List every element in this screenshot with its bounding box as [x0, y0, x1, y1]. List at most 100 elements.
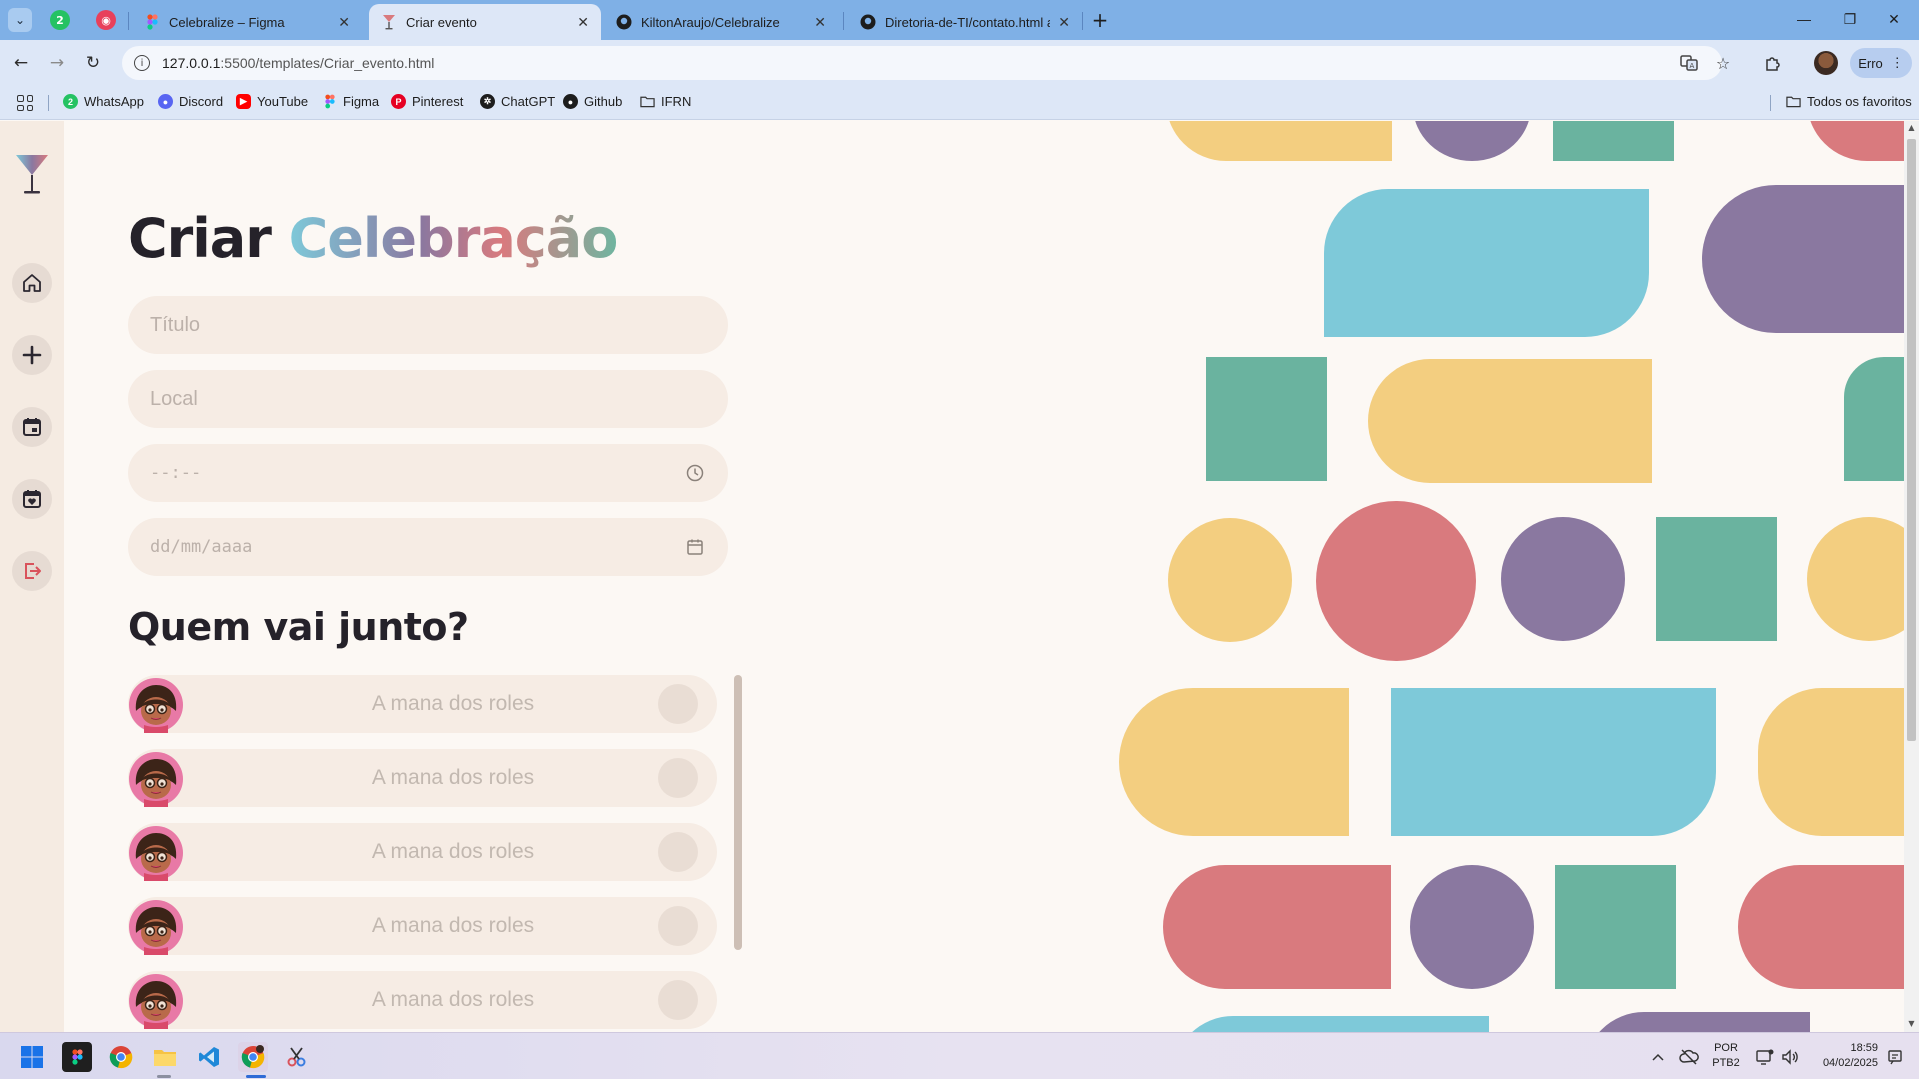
time-input[interactable]: --:--	[150, 463, 684, 483]
celebralize-logo[interactable]	[12, 153, 52, 194]
bookmark-github[interactable]: ● Github	[563, 94, 622, 109]
deco-shape	[1163, 865, 1391, 989]
deco-shape	[1368, 359, 1652, 483]
companion-select-toggle[interactable]	[658, 832, 698, 872]
companion-select-toggle[interactable]	[658, 758, 698, 798]
tab-search-chevron-icon[interactable]: ⌄	[8, 8, 32, 32]
apps-grid-icon[interactable]	[17, 95, 33, 111]
onedrive-offline-icon[interactable]	[1676, 1033, 1702, 1079]
windows-taskbar: POR PTB2 18:59 04/02/2025	[0, 1032, 1919, 1079]
calendar-heart-icon[interactable]	[12, 479, 52, 519]
back-arrow-icon[interactable]: ←	[8, 50, 34, 76]
companions-scrollbar[interactable]	[734, 675, 742, 950]
windows-start-icon[interactable]	[17, 1042, 47, 1072]
tab-label: KiltonAraujo/Celebralize	[641, 14, 780, 30]
chatgpt-icon: ✲	[480, 94, 495, 109]
close-tab-icon[interactable]: ✕	[1058, 14, 1070, 31]
language-code: POR	[1714, 1042, 1738, 1054]
companion-row[interactable]: A mana dos roles	[128, 823, 717, 881]
page-scrollbar-thumb[interactable]	[1907, 139, 1916, 741]
close-tab-icon[interactable]: ✕	[338, 14, 350, 31]
forward-arrow-icon[interactable]: →	[44, 50, 70, 76]
calendar-picker-icon[interactable]	[684, 536, 706, 558]
new-tab-plus-icon[interactable]: +	[1088, 8, 1112, 32]
deco-shape	[1166, 121, 1392, 161]
bookmark-chatgpt[interactable]: ✲ ChatGPT	[480, 94, 555, 109]
location-field[interactable]	[128, 370, 728, 428]
deco-shape	[1584, 1012, 1810, 1032]
companion-select-toggle[interactable]	[658, 980, 698, 1020]
snipping-tool-icon[interactable]	[282, 1042, 312, 1072]
tab-label: Celebralize – Figma	[169, 14, 285, 30]
title-highlight: Celebração	[288, 207, 619, 270]
figma-app-icon[interactable]	[62, 1042, 92, 1072]
restore-icon[interactable]: ❐	[1828, 6, 1872, 32]
date-field[interactable]: dd/mm/aaaa	[128, 518, 728, 576]
home-icon[interactable]	[12, 263, 52, 303]
companion-select-toggle[interactable]	[658, 906, 698, 946]
reload-icon[interactable]: ↻	[80, 50, 106, 76]
calendar-icon[interactable]	[12, 407, 52, 447]
bookmark-youtube[interactable]: ▶ YouTube	[236, 94, 308, 109]
url-path: :5500/templates/Criar_evento.html	[220, 55, 435, 71]
tab-github-diretoria[interactable]: Diretoria-de-TI/contato.html at ✕	[848, 4, 1082, 40]
pinned-instagram-tab[interactable]: ◉	[96, 10, 116, 30]
minimize-icon[interactable]: —	[1782, 6, 1826, 32]
bookmark-pinterest[interactable]: P Pinterest	[391, 94, 463, 109]
scroll-up-icon[interactable]: ▲	[1907, 123, 1916, 132]
scroll-down-icon[interactable]: ▼	[1907, 1019, 1916, 1028]
page-scrollbar[interactable]: ▲ ▼	[1904, 121, 1919, 1032]
companion-row[interactable]: A mana dos roles	[128, 749, 717, 807]
bookmark-discord[interactable]: ● Discord	[158, 94, 223, 109]
location-input[interactable]	[150, 387, 706, 411]
page-title: Criar Celebração	[128, 207, 619, 270]
site-info-icon[interactable]: i	[134, 55, 150, 71]
file-explorer-icon[interactable]	[150, 1042, 180, 1072]
volume-icon[interactable]	[1778, 1033, 1802, 1079]
tab-github-celebralize[interactable]: KiltonAraujo/Celebralize ✕	[604, 4, 838, 40]
extensions-puzzle-icon[interactable]	[1760, 50, 1786, 76]
tray-chevron-icon[interactable]	[1646, 1033, 1670, 1079]
time-field[interactable]: --:--	[128, 444, 728, 502]
address-bar[interactable]: i 127.0.0.1:5500/templates/Criar_evento.…	[122, 46, 1722, 80]
tab-separator	[1082, 12, 1083, 30]
bookmark-whatsapp[interactable]: 2 WhatsApp	[63, 94, 144, 109]
all-bookmarks[interactable]: Todos os favoritos	[1786, 94, 1912, 109]
deco-shape	[1758, 688, 1904, 836]
error-label: Erro	[1858, 55, 1883, 71]
clock-icon[interactable]	[684, 462, 706, 484]
companion-row[interactable]: A mana dos roles	[128, 675, 717, 733]
bookmark-figma[interactable]: Figma	[322, 94, 379, 109]
logout-icon[interactable]	[12, 551, 52, 591]
notifications-icon[interactable]	[1882, 1033, 1908, 1079]
window-close-icon[interactable]: ✕	[1872, 6, 1916, 32]
vscode-icon[interactable]	[194, 1042, 224, 1072]
companion-row[interactable]: A mana dos roles	[128, 897, 717, 955]
translate-icon[interactable]: A	[1676, 46, 1702, 80]
companion-row[interactable]: A mana dos roles	[128, 971, 717, 1029]
pinned-whatsapp-tab[interactable]: 2	[50, 10, 70, 30]
system-clock[interactable]: 18:59 04/02/2025	[1806, 1041, 1878, 1071]
chrome-icon[interactable]	[106, 1042, 136, 1072]
close-tab-icon[interactable]: ✕	[577, 14, 589, 31]
close-tab-icon[interactable]: ✕	[814, 14, 826, 31]
date-input[interactable]: dd/mm/aaaa	[150, 537, 684, 557]
error-button[interactable]: Erro ⋮	[1850, 48, 1912, 78]
bookmark-star-icon[interactable]: ☆	[1710, 46, 1736, 80]
title-field[interactable]	[128, 296, 728, 354]
companion-avatar	[128, 751, 184, 807]
tab-criar-evento[interactable]: Criar evento ✕	[369, 4, 601, 40]
language-indicator[interactable]: POR PTB2	[1706, 1041, 1746, 1071]
github-icon	[860, 14, 876, 30]
chrome-profile-icon[interactable]	[238, 1042, 268, 1072]
network-icon[interactable]	[1752, 1033, 1778, 1079]
figma-icon	[322, 94, 337, 109]
plus-icon[interactable]	[12, 335, 52, 375]
tab-label: Diretoria-de-TI/contato.html at	[885, 14, 1051, 30]
tab-figma[interactable]: Celebralize – Figma ✕	[132, 4, 362, 40]
pinterest-icon: P	[391, 94, 406, 109]
companion-select-toggle[interactable]	[658, 684, 698, 724]
title-input[interactable]	[150, 313, 706, 337]
bookmark-ifrn[interactable]: IFRN	[640, 94, 691, 109]
profile-avatar[interactable]	[1814, 51, 1838, 75]
